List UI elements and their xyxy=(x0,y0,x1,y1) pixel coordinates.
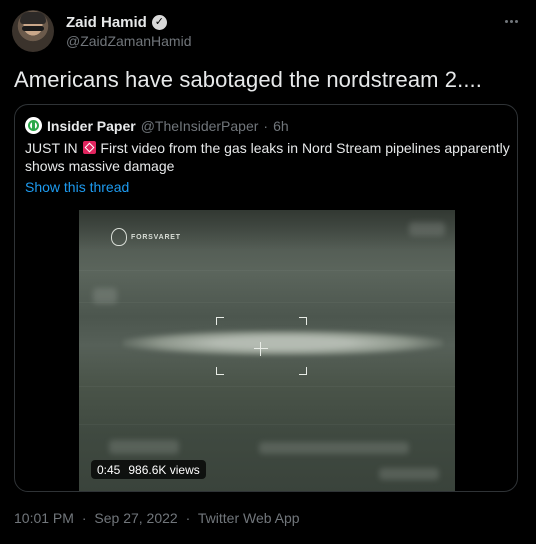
siren-emoji-icon xyxy=(82,141,96,154)
crosshair-icon xyxy=(254,342,268,356)
tweet-metadata: 10:01 PM · Sep 27, 2022 · Twitter Web Ap… xyxy=(14,510,304,526)
quoted-display-name: Insider Paper xyxy=(47,117,136,134)
author-handle[interactable]: @ZaidZamanHamid xyxy=(66,33,191,49)
tweet-source[interactable]: Twitter Web App xyxy=(198,510,300,526)
quoted-text-start: JUST IN xyxy=(25,140,82,156)
video-blurred-overlay xyxy=(409,222,445,236)
tweet: Zaid Hamid ✓ @ZaidZamanHamid Americans h… xyxy=(0,0,536,544)
tweet-time[interactable]: 10:01 PM xyxy=(14,510,74,526)
video-stats-chip: 0:45 986.6K views xyxy=(91,460,206,479)
quoted-tweet-card[interactable]: Insider Paper @TheInsiderPaper · 6h JUST… xyxy=(14,104,518,492)
avatar-glasses-shape xyxy=(22,26,44,31)
quoted-time: 6h xyxy=(273,117,289,134)
tweet-text: Americans have sabotaged the nordstream … xyxy=(14,67,482,92)
targeting-bracket-icon xyxy=(216,317,224,325)
video-blurred-overlay xyxy=(259,442,409,454)
quoted-text-rest: First video from the gas leaks in Nord S… xyxy=(25,140,510,174)
meta-separator: · xyxy=(185,510,191,526)
video-blurred-overlay xyxy=(379,468,439,480)
video-player[interactable]: FORSVARET 0:45 986.6K views xyxy=(79,210,455,491)
video-duration: 0:45 xyxy=(97,462,121,477)
video-views: 986.6K views xyxy=(128,462,200,477)
author-avatar[interactable] xyxy=(12,10,54,52)
targeting-bracket-icon xyxy=(216,367,224,375)
ellipsis-icon xyxy=(504,19,508,23)
video-blurred-overlay xyxy=(93,288,117,304)
forsvaret-crest-icon xyxy=(111,228,127,246)
video-blurred-overlay xyxy=(109,440,179,454)
quoted-handle: @TheInsiderPaper xyxy=(140,117,259,134)
avatar-cap-shape xyxy=(20,12,46,24)
meta-separator: · xyxy=(81,510,87,526)
video-wave-line xyxy=(79,302,455,303)
more-options-button[interactable] xyxy=(500,10,522,32)
quoted-tweet-header: Insider Paper @TheInsiderPaper · 6h xyxy=(25,117,289,134)
author-name-row: Zaid Hamid ✓ xyxy=(66,14,167,31)
insider-paper-logo-icon xyxy=(25,117,42,134)
video-wave-line xyxy=(79,270,455,271)
video-wave-line xyxy=(79,424,455,425)
gas-leak-plume xyxy=(123,330,443,356)
author-display-name[interactable]: Zaid Hamid xyxy=(66,14,147,31)
quoted-separator: · xyxy=(263,117,269,134)
ellipsis-icon xyxy=(509,19,513,23)
targeting-bracket-icon xyxy=(299,367,307,375)
show-thread-link[interactable]: Show this thread xyxy=(25,179,129,195)
video-watermark: FORSVARET xyxy=(131,234,181,241)
targeting-bracket-icon xyxy=(299,317,307,325)
ellipsis-icon xyxy=(514,19,518,23)
video-top-shade xyxy=(79,210,455,250)
verified-badge-icon: ✓ xyxy=(151,15,167,30)
quoted-tweet-text: JUST IN First video from the gas leaks i… xyxy=(25,139,511,175)
video-wave-line xyxy=(79,386,455,387)
tweet-date[interactable]: Sep 27, 2022 xyxy=(94,510,177,526)
